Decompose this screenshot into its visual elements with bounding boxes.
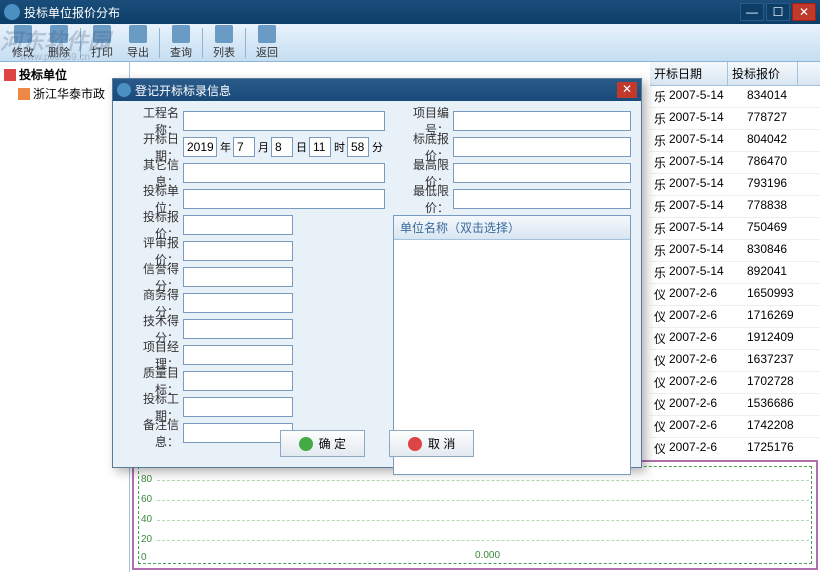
input-month[interactable] — [233, 137, 255, 157]
toolbar-query[interactable]: 查询 — [164, 23, 198, 62]
close-button[interactable]: ✕ — [792, 3, 816, 21]
cancel-icon — [408, 437, 422, 451]
input-period[interactable] — [183, 397, 293, 417]
maximize-button[interactable]: ☐ — [766, 3, 790, 21]
input-bid[interactable] — [183, 215, 293, 235]
tree-panel: 投标单位 浙江华泰市政 — [0, 62, 130, 572]
list-icon — [215, 25, 233, 43]
return-icon — [258, 25, 276, 43]
table-row[interactable]: 仪...2007-2-61536686 — [650, 394, 820, 416]
main-titlebar: 投标单位报价分布 — ☐ ✕ — [0, 0, 820, 24]
toolbar-export[interactable]: 导出 — [121, 23, 155, 62]
toolbar: 河东软件园 www.pc0359.cn 修改 删除 打印 导出 查询 列表 返回 — [0, 24, 820, 62]
table-row[interactable]: 乐...2007-5-14892041 — [650, 262, 820, 284]
input-projcode[interactable] — [453, 111, 631, 131]
input-max[interactable] — [453, 163, 631, 183]
input-quality[interactable] — [183, 371, 293, 391]
data-table: 开标日期 投标报价 乐...2007-5-14834014乐...2007-5-… — [650, 62, 820, 458]
ytick: 40 — [141, 514, 152, 525]
label-min: 最低限价： — [393, 182, 453, 216]
search-icon — [172, 25, 190, 43]
window-title: 投标单位报价分布 — [24, 4, 120, 21]
toolbar-modify[interactable]: 修改 — [6, 23, 40, 62]
table-row[interactable]: 仪...2007-2-61702728 — [650, 372, 820, 394]
col-price-header[interactable]: 投标报价 — [728, 62, 798, 85]
input-minute[interactable] — [347, 137, 369, 157]
chart-value: 0.000 — [475, 550, 500, 561]
print-icon — [93, 25, 111, 43]
app-icon — [4, 4, 20, 20]
ok-icon — [299, 437, 313, 451]
input-review[interactable] — [183, 241, 293, 261]
tree-child-node[interactable]: 浙江华泰市政 — [18, 85, 125, 102]
input-year[interactable] — [183, 137, 217, 157]
dialog-titlebar: 登记开标标录信息 ✕ — [113, 79, 641, 101]
toolbar-print[interactable]: 打印 — [85, 23, 119, 62]
input-unit[interactable] — [183, 189, 385, 209]
dialog: 登记开标标录信息 ✕ 工程名称： 开标日期： 年 月 日 时 分 其它信息： 投… — [112, 78, 642, 468]
col-date-header[interactable]: 开标日期 — [650, 62, 728, 85]
input-bottom[interactable] — [453, 137, 631, 157]
minimize-button[interactable]: — — [740, 3, 764, 21]
table-row[interactable]: 乐...2007-5-14778727 — [650, 108, 820, 130]
input-other[interactable] — [183, 163, 385, 183]
dialog-close-button[interactable]: ✕ — [617, 82, 637, 98]
table-row[interactable]: 仪...2007-2-61637237 — [650, 350, 820, 372]
item-icon — [18, 88, 30, 100]
toolbar-list[interactable]: 列表 — [207, 23, 241, 62]
ytick: 60 — [141, 494, 152, 505]
edit-icon — [14, 25, 32, 43]
ytick: 0 — [141, 552, 147, 563]
dialog-icon — [117, 83, 131, 97]
input-hour[interactable] — [309, 137, 331, 157]
table-row[interactable]: 乐...2007-5-14830846 — [650, 240, 820, 262]
input-business[interactable] — [183, 293, 293, 313]
toolbar-delete[interactable]: 删除 — [42, 23, 76, 62]
table-row[interactable]: 仪...2007-2-61912409 — [650, 328, 820, 350]
dialog-title: 登记开标标录信息 — [135, 82, 231, 99]
table-row[interactable]: 仪...2007-2-61716269 — [650, 306, 820, 328]
folder-icon — [4, 69, 16, 81]
input-tech[interactable] — [183, 319, 293, 339]
table-row[interactable]: 仪...2007-2-61742208 — [650, 416, 820, 438]
table-row[interactable]: 乐...2007-5-14778838 — [650, 196, 820, 218]
ok-button[interactable]: 确 定 — [280, 430, 365, 457]
input-projname[interactable] — [183, 111, 385, 131]
export-icon — [129, 25, 147, 43]
table-row[interactable]: 仪...2007-2-61725176 — [650, 438, 820, 458]
ytick: 20 — [141, 534, 152, 545]
table-row[interactable]: 乐...2007-5-14834014 — [650, 86, 820, 108]
table-row[interactable]: 乐...2007-5-14750469 — [650, 218, 820, 240]
cancel-button[interactable]: 取 消 — [389, 430, 474, 457]
input-min[interactable] — [453, 189, 631, 209]
input-manager[interactable] — [183, 345, 293, 365]
input-day[interactable] — [271, 137, 293, 157]
listbox-header: 单位名称（双击选择） — [394, 216, 630, 240]
tree-root-node[interactable]: 投标单位 — [4, 66, 125, 83]
delete-icon — [50, 25, 68, 43]
toolbar-return[interactable]: 返回 — [250, 23, 284, 62]
table-row[interactable]: 乐...2007-5-14804042 — [650, 130, 820, 152]
table-row[interactable]: 乐...2007-5-14793196 — [650, 174, 820, 196]
input-credit[interactable] — [183, 267, 293, 287]
table-row[interactable]: 仪...2007-2-61650993 — [650, 284, 820, 306]
table-row[interactable]: 乐...2007-5-14786470 — [650, 152, 820, 174]
